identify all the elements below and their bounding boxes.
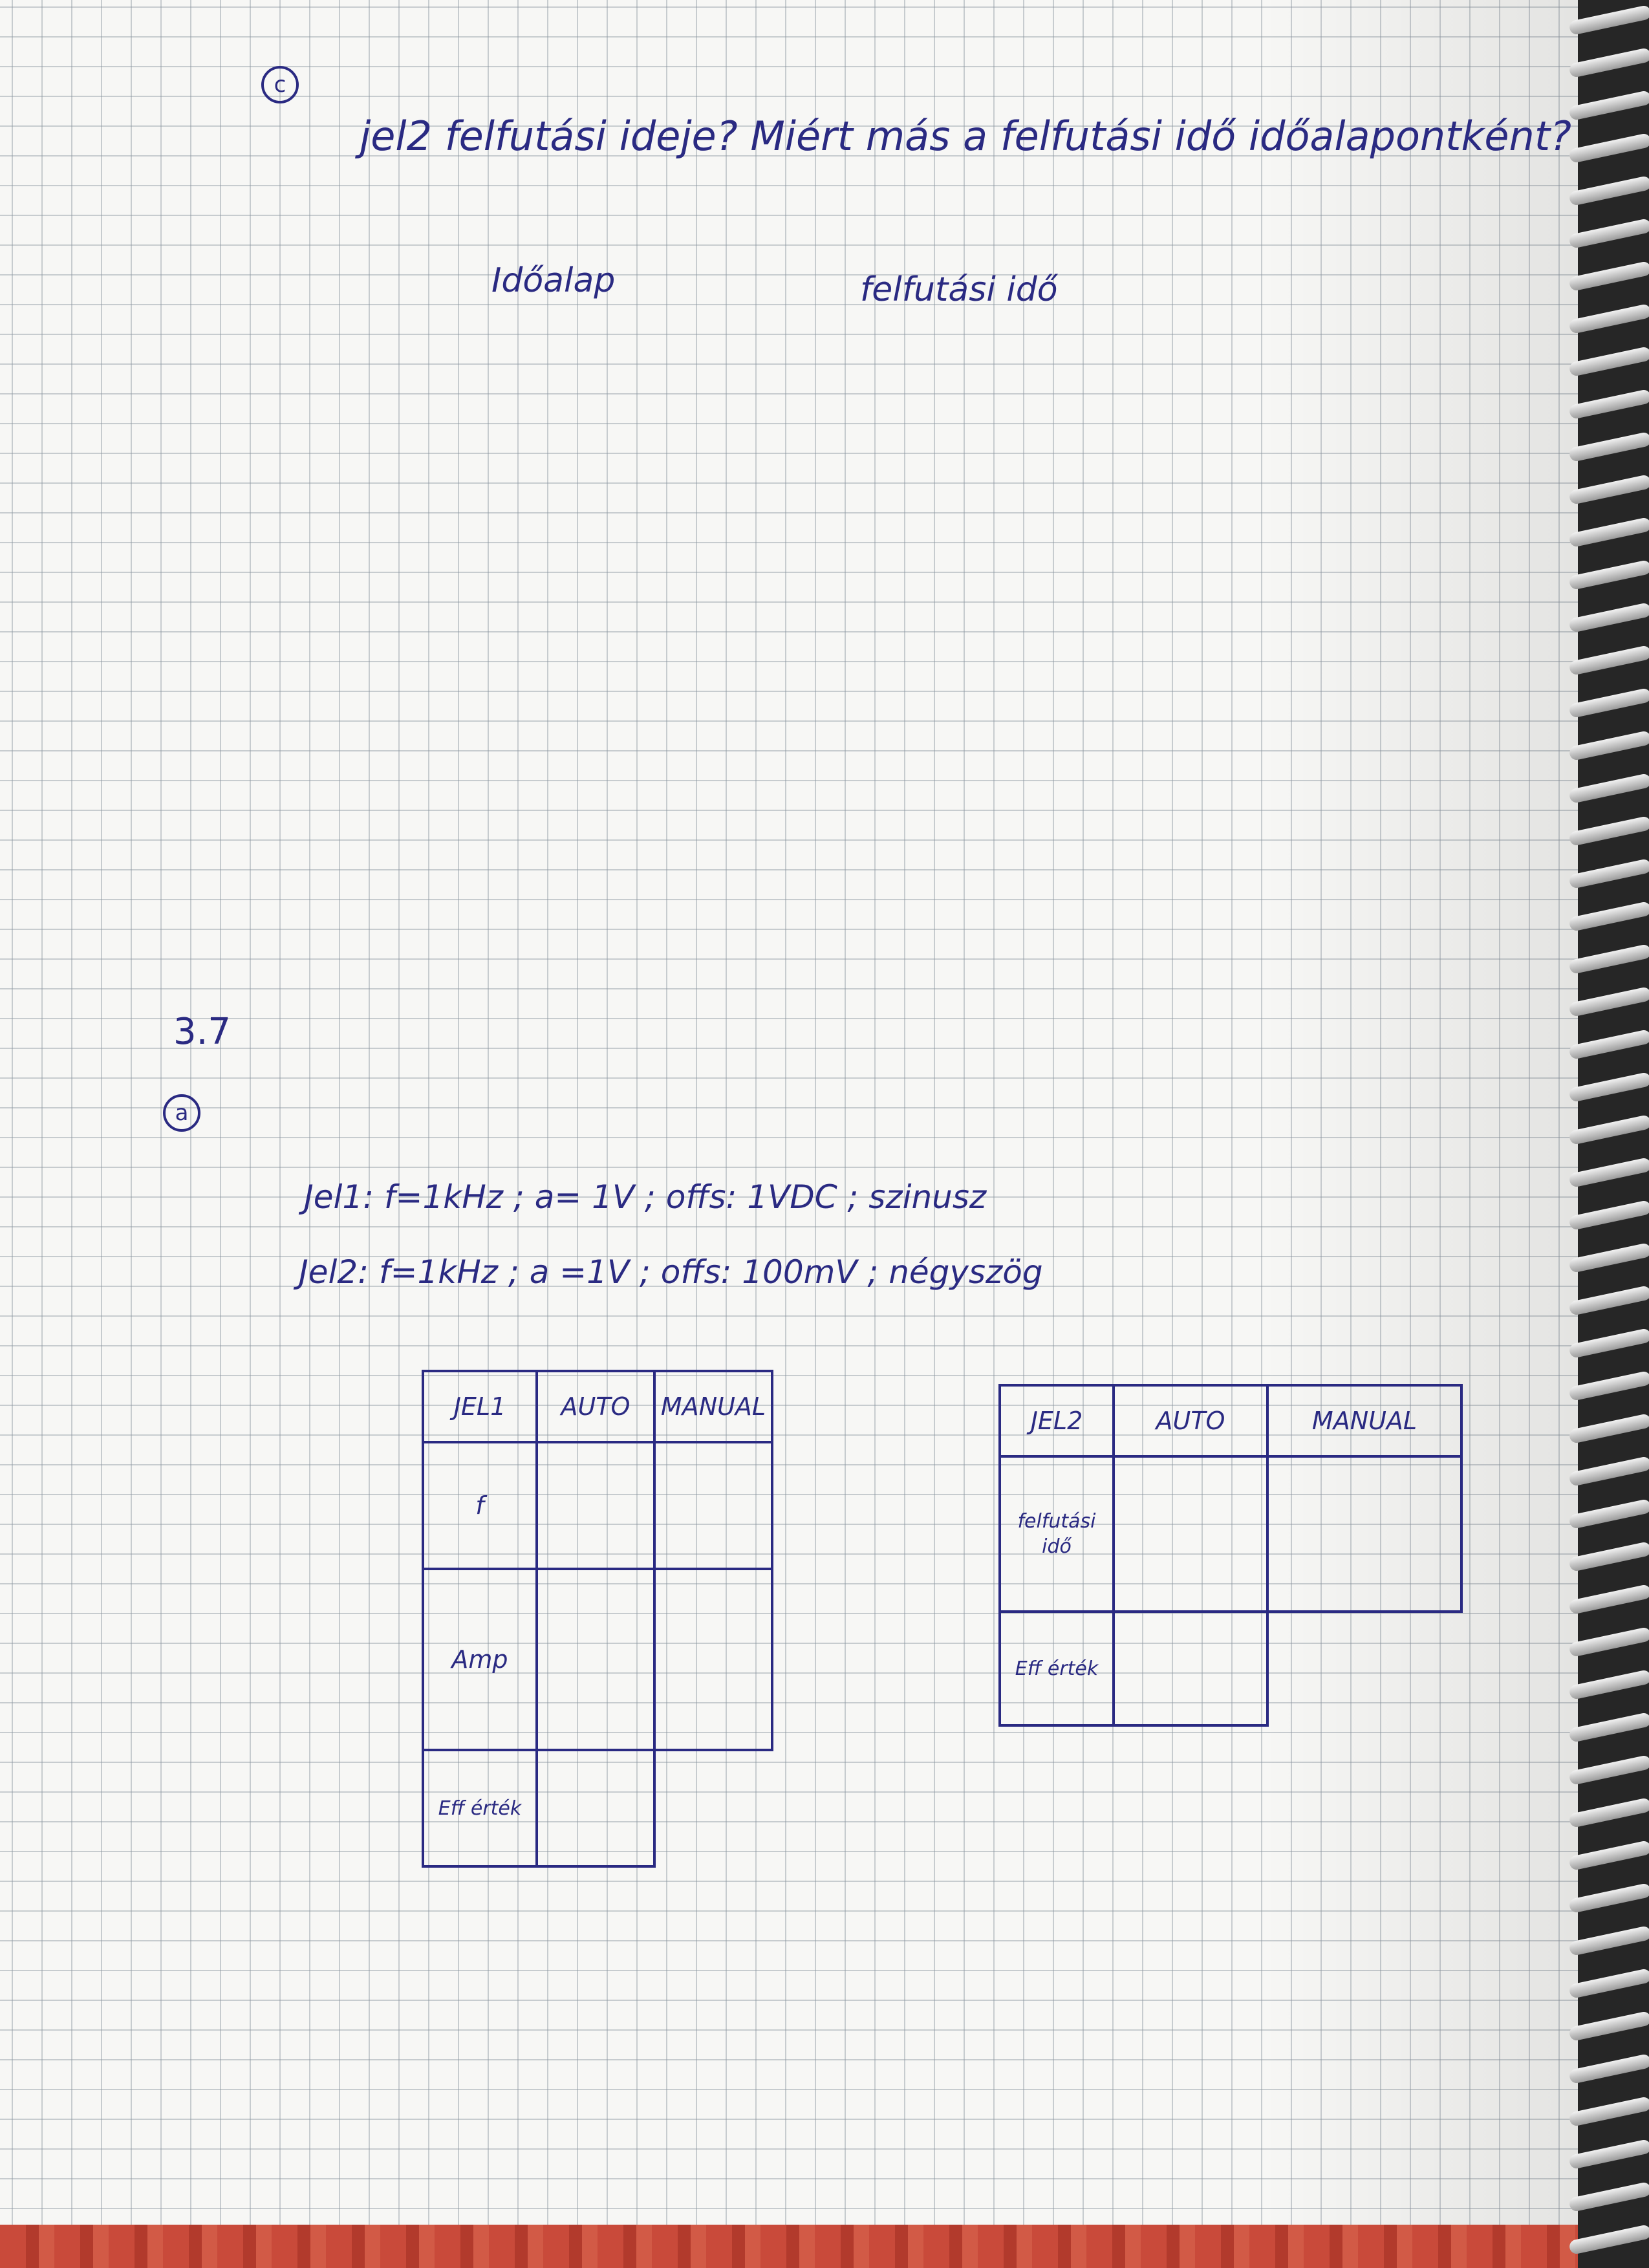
spiral-ring <box>1568 1199 1649 1231</box>
spiral-ring <box>1568 1370 1649 1402</box>
spiral-ring <box>1568 2181 1649 2213</box>
spiral-ring <box>1568 1455 1649 1487</box>
jel1-measurement-table: JEL1 AUTO MANUAL f Amp Eff érték <box>422 1370 773 1868</box>
spiral-ring <box>1568 217 1649 250</box>
spiral-ring <box>1568 47 1649 79</box>
spiral-ring <box>1568 772 1649 805</box>
spiral-ring <box>1568 858 1649 890</box>
spiral-ring <box>1568 473 1649 506</box>
spiral-ring <box>1568 1498 1649 1530</box>
spiral-ring <box>1568 175 1649 207</box>
spiral-ring <box>1568 1028 1649 1061</box>
section-number: 3.7 <box>173 1011 232 1053</box>
spiral-ring <box>1568 1754 1649 1786</box>
table2-header-auto: AUTO <box>1112 1384 1269 1458</box>
table1-empty-cell <box>654 1750 772 1866</box>
spiral-ring <box>1568 345 1649 378</box>
spiral-ring <box>1568 1327 1649 1359</box>
spiral-ring <box>1568 260 1649 292</box>
spiral-binding <box>1568 0 1649 2268</box>
spiral-ring <box>1568 303 1649 335</box>
jel1-parameters: Jel1: f=1kHz ; a= 1V ; offs: 1VDC ; szin… <box>304 1178 987 1216</box>
spiral-ring <box>1568 729 1649 762</box>
spiral-ring <box>1568 1071 1649 1103</box>
jel2-measurement-table: JEL2 AUTO MANUAL felfutási idő Eff érték <box>998 1384 1463 1727</box>
table1-cell <box>653 1441 773 1570</box>
spiral-ring <box>1568 1284 1649 1317</box>
table2-header-jel2: JEL2 <box>998 1384 1115 1458</box>
table2-cell <box>1266 1455 1463 1613</box>
table2-cell <box>1112 1455 1269 1613</box>
spiral-ring <box>1568 1540 1649 1573</box>
spiral-ring <box>1568 431 1649 463</box>
spiral-ring <box>1568 815 1649 847</box>
spiral-ring <box>1568 601 1649 634</box>
subsection-a-marker: a <box>163 1094 200 1132</box>
spiral-ring <box>1568 2095 1649 2128</box>
table1-header-manual: MANUAL <box>653 1370 773 1443</box>
spiral-ring <box>1568 1412 1649 1445</box>
notebook-page <box>0 0 1578 2225</box>
spiral-ring <box>1568 1114 1649 1146</box>
table1-cell <box>535 1749 656 1868</box>
spiral-ring <box>1568 1967 1649 2000</box>
table2-header-manual: MANUAL <box>1266 1384 1463 1458</box>
spiral-ring <box>1568 132 1649 164</box>
spiral-ring <box>1568 1925 1649 1957</box>
spiral-ring <box>1568 1882 1649 1914</box>
spiral-ring <box>1568 559 1649 591</box>
table1-header-auto: AUTO <box>535 1370 656 1443</box>
section-c-question: jel2 felfutási ideje? Miért más a felfut… <box>360 113 1572 160</box>
spiral-ring <box>1568 900 1649 933</box>
table2-row-label-eff: Eff érték <box>998 1610 1115 1727</box>
table1-row-label-eff: Eff érték <box>422 1749 538 1868</box>
spiral-ring <box>1568 1669 1649 1701</box>
spiral-ring <box>1568 1156 1649 1189</box>
table1-cell <box>653 1568 773 1751</box>
spiral-ring <box>1568 1839 1649 1872</box>
spiral-ring <box>1568 388 1649 420</box>
spiral-ring <box>1568 4 1649 36</box>
column-label-timebase: Időalap <box>491 261 616 300</box>
section-c-marker: c <box>261 66 299 103</box>
table2-empty-cell <box>1267 1612 1461 1725</box>
table2-cell <box>1112 1610 1269 1727</box>
spiral-ring <box>1568 2053 1649 2085</box>
page-bottom-edge <box>0 2225 1578 2268</box>
table2-row-label-rise-time: felfutási idő <box>998 1455 1115 1613</box>
spiral-ring <box>1568 2010 1649 2042</box>
table1-row-label-f: f <box>422 1441 538 1570</box>
table1-cell <box>535 1568 656 1751</box>
spiral-ring <box>1568 1626 1649 1658</box>
table1-cell <box>535 1441 656 1570</box>
table1-header-jel1: JEL1 <box>422 1370 538 1443</box>
spiral-ring <box>1568 89 1649 122</box>
spiral-ring <box>1568 1583 1649 1615</box>
spiral-ring <box>1568 1242 1649 1274</box>
table1-row-label-amp: Amp <box>422 1568 538 1751</box>
column-label-rise-time: felfutási idő <box>860 270 1058 309</box>
spiral-ring <box>1568 644 1649 676</box>
jel2-parameters: Jel2: f=1kHz ; a =1V ; offs: 100mV ; nég… <box>299 1253 1043 1291</box>
spiral-ring <box>1568 943 1649 975</box>
spiral-ring <box>1568 1711 1649 1744</box>
spiral-ring <box>1568 2138 1649 2170</box>
spiral-ring <box>1568 516 1649 548</box>
spiral-ring <box>1568 1797 1649 1829</box>
spiral-ring <box>1568 687 1649 719</box>
spiral-ring <box>1568 986 1649 1018</box>
spiral-ring <box>1568 2223 1649 2256</box>
